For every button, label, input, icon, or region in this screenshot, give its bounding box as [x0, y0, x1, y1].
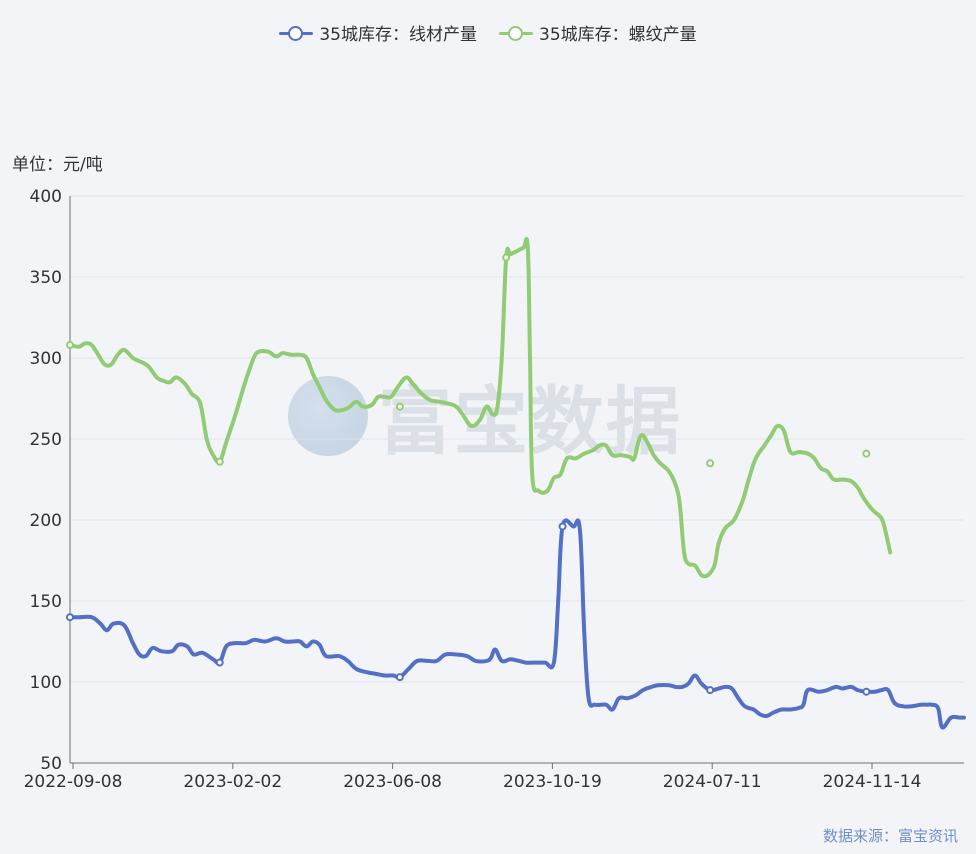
data-point: [706, 686, 715, 695]
x-tick-label: 2022-09-08: [24, 772, 123, 792]
x-tick-label: 2023-02-02: [183, 772, 282, 792]
y-tick-label: 250: [30, 430, 62, 450]
line-chart: 50 100 150 200 250 300 350 400 2022-09-08 2023-02…: [24, 187, 966, 792]
y-tick-label: 100: [30, 673, 62, 693]
data-point: [502, 253, 511, 262]
x-tick-label: 2023-06-08: [343, 772, 442, 792]
data-point: [558, 522, 567, 531]
data-point: [862, 687, 871, 696]
data-point: [215, 658, 224, 667]
data-point: [395, 402, 404, 411]
source-label: 数据来源：富宝资讯: [822, 827, 958, 845]
y-tick-label: 300: [30, 349, 62, 369]
data-point: [395, 673, 404, 682]
y-tick-label: 150: [30, 592, 62, 612]
y-tick-label: 50: [40, 754, 62, 774]
x-tick-label: 2023-10-19: [503, 772, 602, 792]
series-line-wire: [68, 518, 966, 730]
data-point: [66, 341, 74, 350]
y-tick-label: 400: [30, 187, 62, 207]
data-point: [706, 459, 715, 468]
series-line-rebar: [68, 236, 893, 579]
data-point: [862, 449, 871, 458]
data-point: [66, 613, 74, 622]
x-tick-label: 2024-07-11: [663, 772, 762, 792]
y-tick-label: 200: [30, 511, 62, 531]
x-tick-label: 2024-11-14: [823, 772, 922, 792]
y-tick-label: 350: [30, 268, 62, 288]
data-point: [215, 457, 224, 466]
